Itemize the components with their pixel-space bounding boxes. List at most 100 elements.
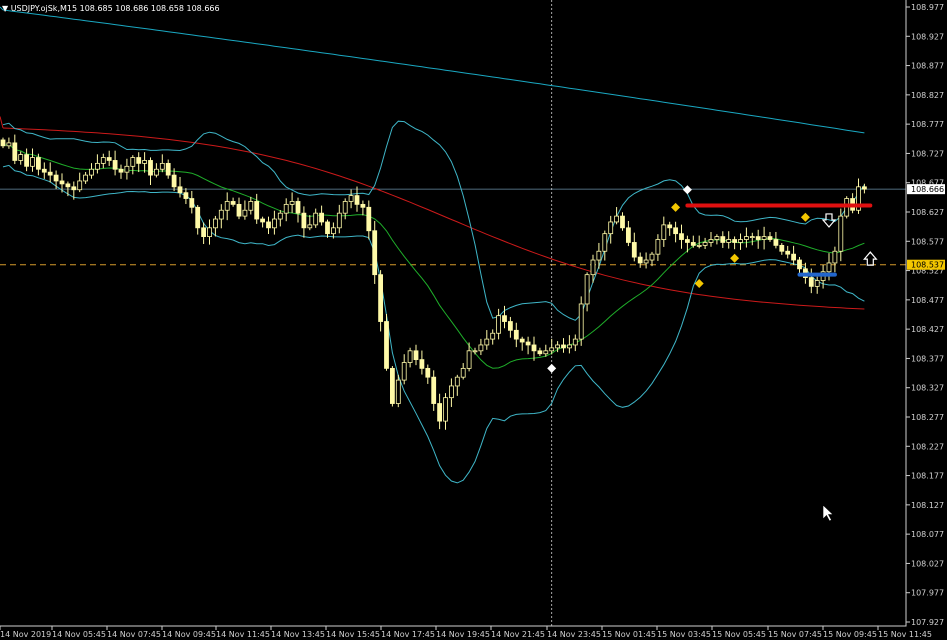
candle-body (826, 262, 832, 273)
candle-body (667, 224, 673, 229)
candle-body (0, 139, 6, 147)
candle-body (708, 239, 714, 243)
candle-body (148, 160, 153, 176)
candle-body (389, 367, 395, 404)
x-tick-label: 14 Nov 13:45 (271, 630, 325, 639)
y-tick-label: 108.377 (911, 354, 944, 363)
candle-body (95, 162, 100, 170)
candle-body (832, 250, 838, 264)
candle-body (437, 403, 443, 422)
candle-body (673, 227, 678, 235)
candle-body (791, 253, 796, 261)
candle-body (295, 201, 301, 214)
candle-body (301, 212, 307, 229)
candle-body (195, 206, 201, 229)
candle-body (289, 201, 295, 205)
candle-body (395, 379, 401, 404)
plot-area[interactable] (0, 0, 906, 626)
candle-body (549, 347, 555, 352)
candle-body (348, 195, 354, 202)
y-tick-label: 108.627 (911, 208, 944, 217)
x-tick-label: 14 Nov 15:45 (326, 630, 380, 639)
candle-body (496, 315, 502, 334)
candle-body (596, 250, 602, 261)
y-tick-label: 108.327 (911, 384, 944, 393)
candle-body (36, 157, 41, 170)
candle-body (189, 198, 195, 208)
candle-body (360, 203, 366, 208)
candle-body (484, 338, 490, 346)
candle-body (89, 168, 94, 176)
candle[interactable] (578, 296, 584, 346)
candle-body (631, 242, 637, 258)
candle-body (100, 157, 106, 164)
symbol-label: USDJPY.ojSk,M15 (10, 4, 78, 13)
y-tick-label: 108.977 (911, 3, 944, 12)
candle-body (679, 233, 684, 240)
price-chart[interactable]: 108.977 108.927 108.877 108.827 108.777 108.7… (0, 0, 947, 640)
y-tick-label: 108.177 (911, 472, 944, 481)
candle-body (749, 236, 755, 239)
candle-body (130, 157, 136, 167)
candle-body (690, 242, 696, 246)
candle-body (171, 174, 177, 188)
candle-body (655, 239, 661, 255)
candle-body (808, 277, 814, 287)
candle-body (572, 338, 578, 346)
candle[interactable] (372, 220, 378, 284)
candle-body (330, 227, 336, 235)
candle-body (590, 259, 596, 276)
candle-body (118, 168, 124, 173)
candle-body (696, 244, 702, 247)
candle-body (543, 350, 549, 355)
candle-body (313, 212, 319, 226)
candle-body (307, 224, 313, 229)
y-tick-label: 108.277 (911, 413, 944, 422)
candle-body (24, 154, 30, 167)
x-tick-label: 14 Nov 05:45 (52, 630, 106, 639)
candle[interactable] (389, 366, 395, 407)
x-tick-label: 14 Nov 09:45 (162, 630, 216, 639)
candle-body (366, 206, 372, 232)
x-tick-label: 15 Nov 07:45 (768, 630, 822, 639)
time-axis: 14 Nov 2019 14 Nov 05:45 14 Nov 07:45 14 No… (0, 626, 932, 639)
y-tick-label: 108.027 (911, 559, 944, 568)
candle-body (372, 230, 378, 276)
candle-body (242, 209, 248, 217)
candle-body (519, 338, 525, 343)
candle-body (531, 344, 537, 352)
candle-body (720, 236, 726, 243)
candle-body (567, 344, 572, 349)
triangle-down-icon[interactable]: ▼ (2, 4, 8, 13)
candle-body (112, 160, 118, 170)
candle-body (555, 344, 560, 349)
candle-body (236, 203, 242, 217)
x-tick-label: 14 Nov 2019 (0, 630, 51, 639)
x-tick-label: 14 Nov 11:45 (216, 630, 270, 639)
candle-body (460, 367, 466, 378)
candle-body (342, 201, 348, 214)
candle-body (248, 201, 254, 211)
y-tick-label: 108.577 (911, 237, 944, 246)
candle-body (643, 259, 649, 264)
candle[interactable] (384, 313, 389, 371)
candle-body (732, 239, 737, 243)
candle-body (277, 212, 283, 220)
level-price-label: 108.537 (911, 261, 944, 270)
y-tick-label: 108.477 (911, 296, 944, 305)
y-tick-label: 108.877 (911, 62, 944, 71)
candle-body (602, 233, 608, 252)
x-tick-label: 15 Nov 01:45 (602, 630, 656, 639)
candle-body (537, 350, 543, 355)
x-tick-label: 14 Nov 17:45 (381, 630, 435, 639)
candle-body (384, 321, 389, 369)
candle-body (142, 160, 148, 164)
x-tick-label: 14 Nov 07:45 (107, 630, 161, 639)
candle-body (30, 157, 35, 167)
x-tick-label: 14 Nov 21:45 (491, 630, 545, 639)
candle-body (779, 244, 785, 252)
candle-body (525, 341, 531, 346)
y-tick-label: 108.427 (911, 325, 944, 334)
candle-body (584, 274, 590, 305)
candle-body (726, 239, 732, 243)
